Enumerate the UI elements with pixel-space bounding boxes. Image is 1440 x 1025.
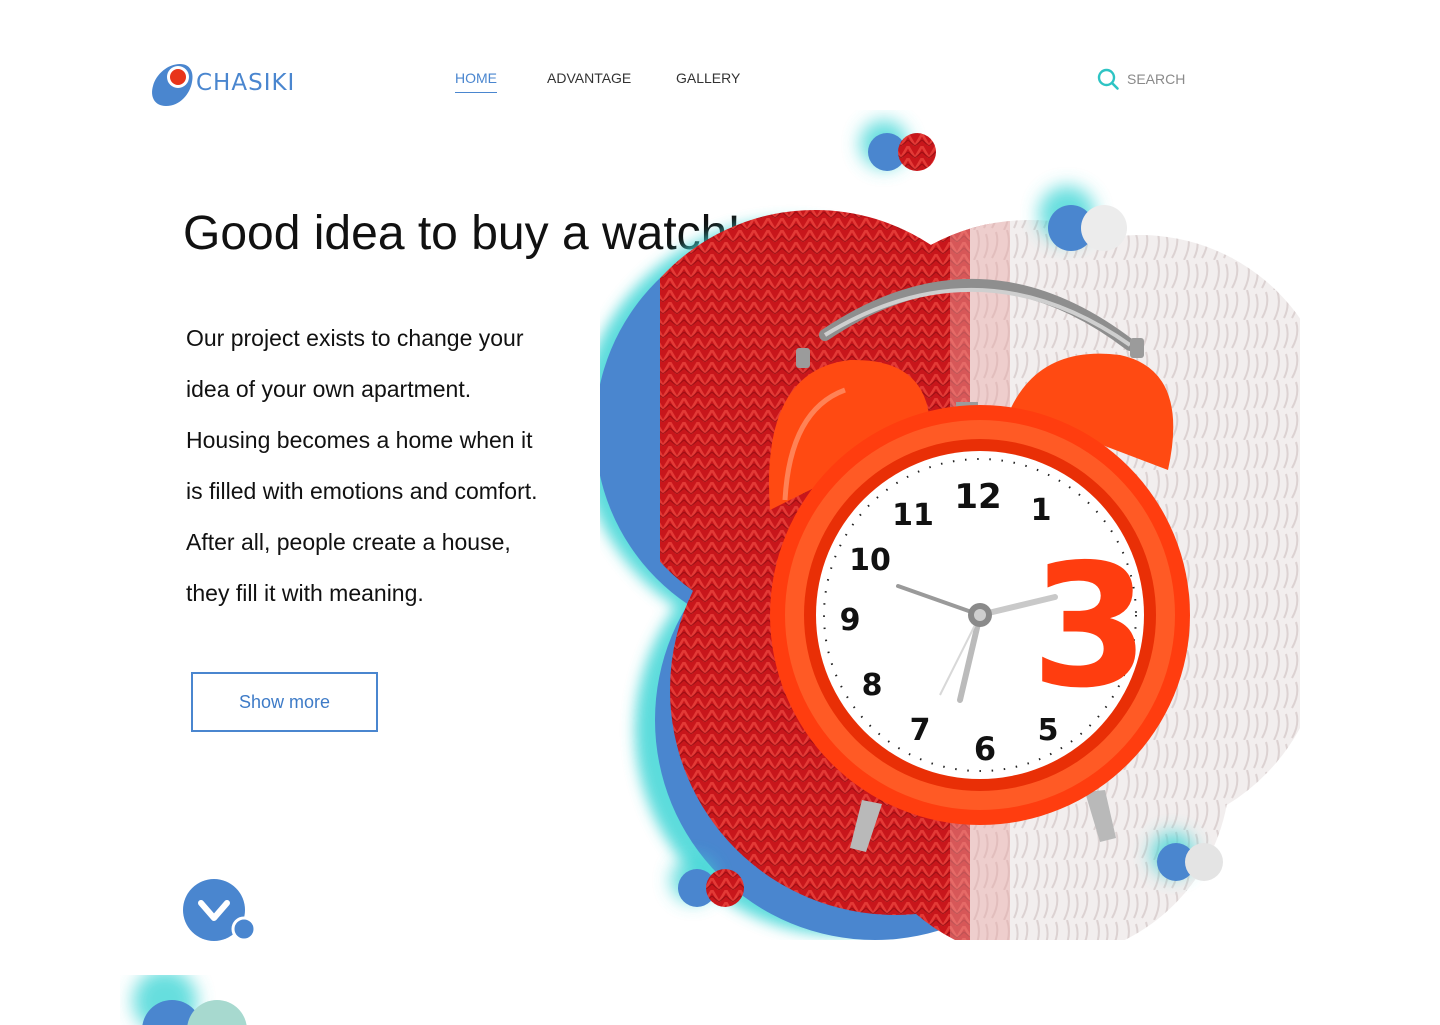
hero-line: After all, people create a house, — [186, 529, 511, 555]
scroll-down-button[interactable] — [180, 876, 260, 946]
clock-numeral-10: 10 — [849, 543, 891, 578]
decor-dots-top — [860, 120, 936, 171]
clock-numeral-3: 3 — [1031, 528, 1149, 726]
clock-numeral-9: 9 — [840, 603, 861, 638]
clock-numeral-12: 12 — [954, 477, 1001, 517]
hero-description: Our project exists to change your idea o… — [186, 318, 606, 624]
nav-advantage[interactable]: ADVANTAGE — [547, 70, 631, 86]
hero-line: is filled with emotions and comfort. — [186, 478, 538, 504]
hero-line: idea of your own apartment. — [186, 376, 472, 402]
clock-numeral-7: 7 — [910, 713, 931, 748]
hero-illustration: 12 1 3 5 6 7 8 9 10 11 — [600, 120, 1300, 940]
search-label: SEARCH — [1127, 71, 1186, 87]
decor-dots-bottom — [133, 975, 247, 1025]
logo-text: CHASIKI — [196, 70, 296, 96]
hero-line: Housing becomes a home when it — [186, 427, 533, 453]
clock-numeral-5: 5 — [1038, 713, 1059, 748]
logo[interactable]: CHASIKI — [150, 60, 300, 110]
hero-line: Our project exists to change your — [186, 325, 524, 351]
logo-mark-icon — [152, 64, 193, 106]
clock-numeral-8: 8 — [862, 668, 883, 703]
clock-numeral-1: 1 — [1031, 493, 1052, 528]
show-more-button[interactable]: Show more — [191, 672, 378, 732]
clock-numeral-6: 6 — [974, 730, 996, 768]
nav-home[interactable]: HOME — [455, 70, 497, 93]
clock-numeral-11: 11 — [892, 498, 934, 533]
nav-gallery[interactable]: GALLERY — [676, 70, 740, 86]
search-icon — [1097, 68, 1119, 90]
hero-line: they fill it with meaning. — [186, 580, 424, 606]
